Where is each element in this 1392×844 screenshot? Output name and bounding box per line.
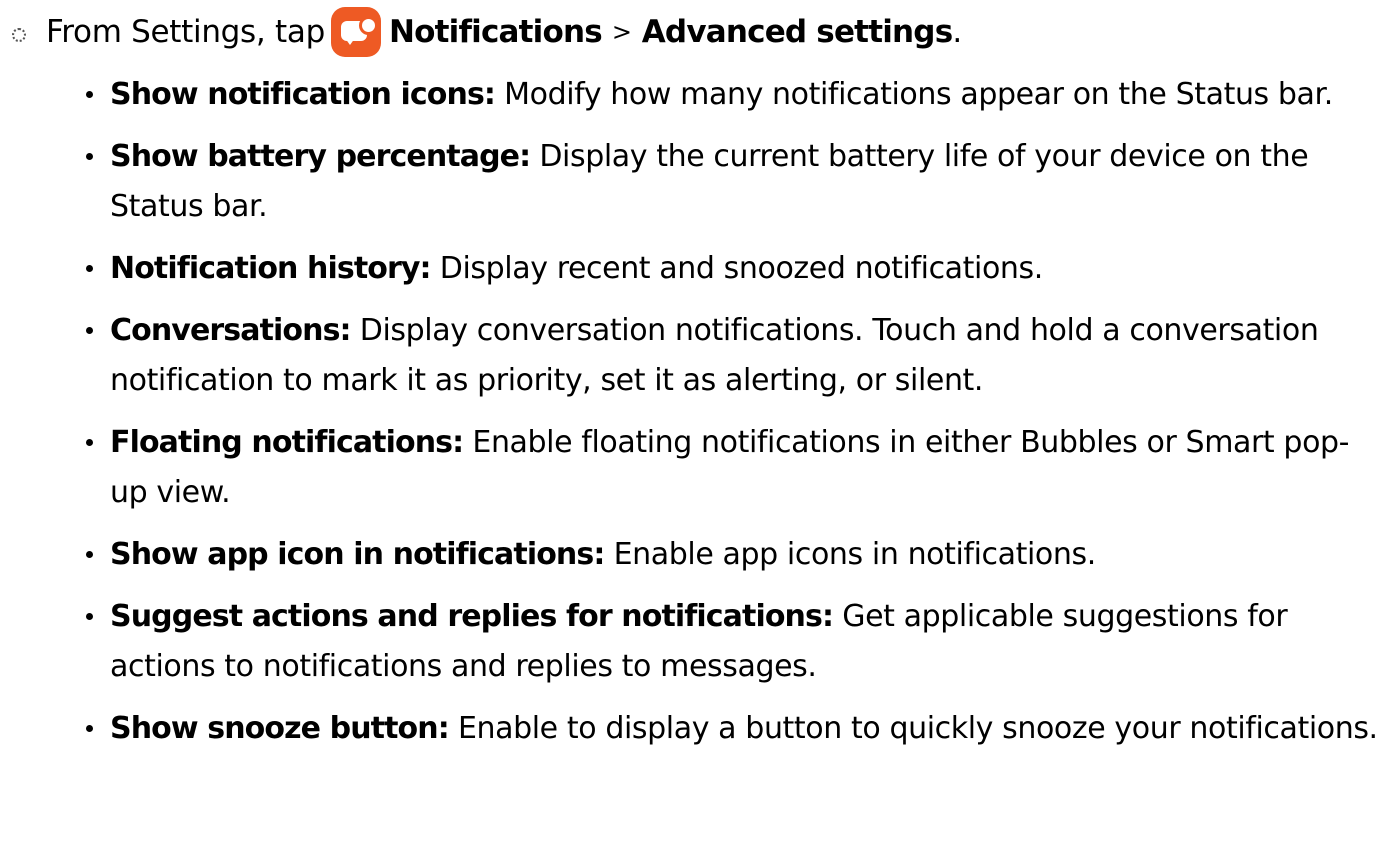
term-colon: :: [419, 251, 432, 286]
list-item: Show snooze button: Enable to display a …: [0, 704, 1392, 754]
option-term: Show battery percentage: [110, 139, 520, 174]
option-term: Show notification icons: [110, 77, 485, 112]
term-colon: :: [821, 599, 834, 634]
list-item: Show battery percentage: Display the cur…: [0, 132, 1392, 232]
term-colon: :: [519, 139, 531, 174]
term-colon: :: [339, 313, 352, 348]
intro-prefix: From Settings, tap: [46, 14, 325, 50]
term-colon: :: [483, 77, 496, 112]
step-marker-icon: [12, 28, 26, 42]
option-description: Display recent and snoozed notifications…: [430, 251, 1044, 286]
list-item: Show app icon in notifications: Enable a…: [0, 530, 1392, 580]
option-term: Notification history: [110, 251, 420, 286]
option-term: Show app icon in notifications: [110, 537, 594, 572]
option-description: Enable app icons in notifications.: [604, 537, 1097, 572]
term-colon: :: [437, 711, 450, 746]
step-instruction: From Settings, tap Notifications > Advan…: [0, 6, 962, 58]
list-item: Notification history: Display recent and…: [0, 244, 1392, 294]
settings-options-list: Show notification icons: Modify how many…: [0, 70, 1392, 766]
intro-suffix: .: [952, 14, 962, 50]
list-item: Show notification icons: Modify how many…: [0, 70, 1392, 120]
notifications-app-icon: [330, 7, 381, 57]
notifications-menu-item: Notifications: [388, 14, 603, 50]
option-description: Modify how many notifications appear on …: [495, 77, 1333, 112]
option-term: Conversations: [110, 313, 340, 348]
list-item: Suggest actions and replies for notifica…: [0, 592, 1392, 692]
term-colon: :: [593, 537, 605, 572]
list-item: Floating notifications: Enable floating …: [0, 418, 1392, 518]
advanced-settings-menu-item: Advanced settings: [641, 14, 953, 50]
option-term: Suggest actions and replies for notifica…: [110, 599, 823, 634]
option-description: Enable to display a button to quickly sn…: [448, 711, 1378, 746]
path-separator: >: [611, 18, 632, 46]
option-term: Floating notifications: [110, 425, 453, 460]
term-colon: :: [452, 425, 464, 460]
list-item: Conversations: Display conversation noti…: [0, 306, 1392, 406]
option-term: Show snooze button: [110, 711, 439, 746]
